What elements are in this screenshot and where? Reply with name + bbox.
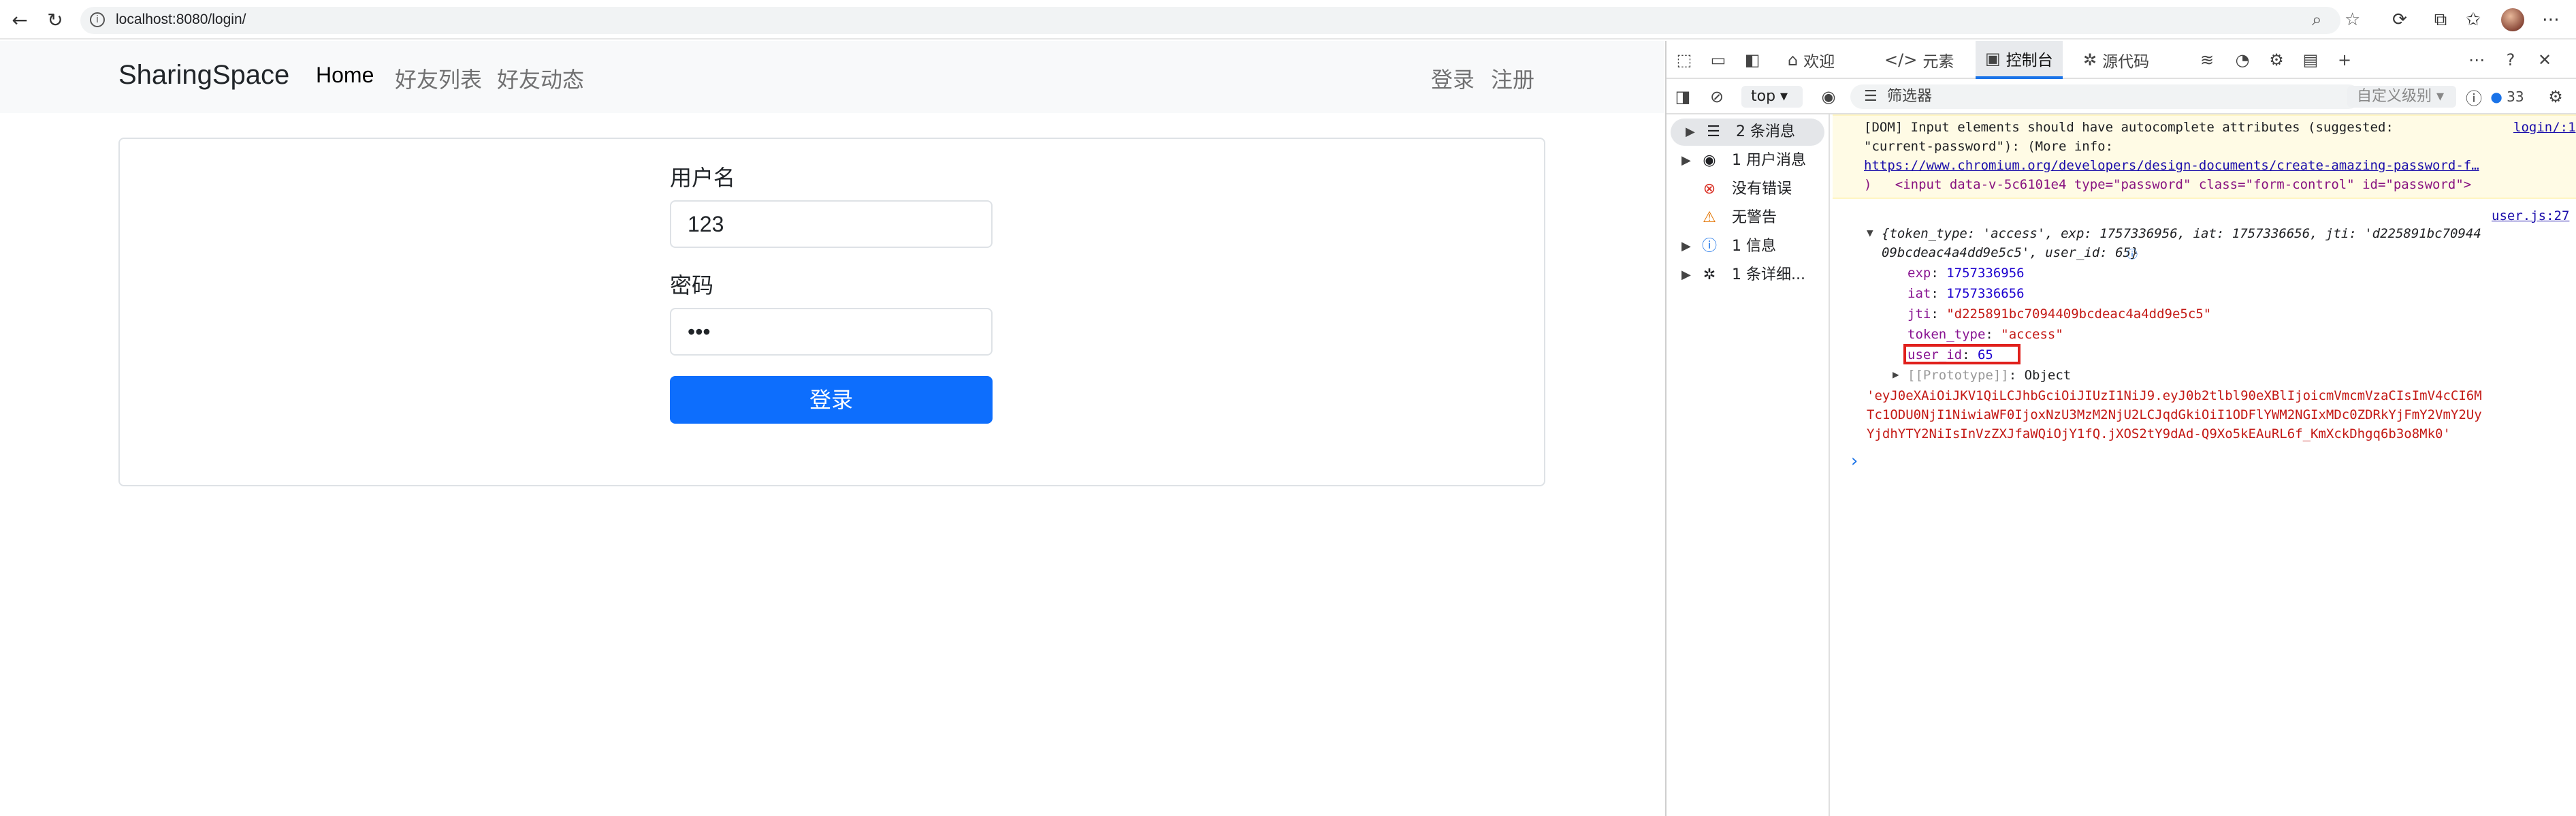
info-icon: ⓘ [1701, 238, 1717, 255]
code-icon: </> [1884, 50, 1918, 69]
field-jti[interactable]: jti: "d225891bc7094409bcdeac4a4dd9e5c5" [1907, 307, 2211, 321]
bug-icon: ✲ [2083, 50, 2097, 69]
warning-info-link[interactable]: https://www.chromium.org/developers/desi… [1864, 158, 2479, 173]
site-brand[interactable]: SharingSpace [118, 60, 289, 91]
issues-message-icon: ● [2490, 89, 2502, 105]
token-string-line3[interactable]: YjdhYTY2NiIsInVzZXJfaWQiOjY1fQ.jXOS2tY9d… [1867, 426, 2451, 441]
page-viewport: SharingSpace Home 好友列表 好友动态 登录 注册 用户名 12… [0, 41, 1664, 816]
devtools-panel: ⬚ ▭ ◧ ⌂ 欢迎 </> 元素 ▣ 控制台 ✲ 源代码 ≋ ◔ ⚙ ▤ + ⋯ ? … [1665, 41, 2576, 816]
sidebar-item-messages[interactable]: ▶ ☰ 2 条消息 [1671, 119, 1824, 146]
password-input[interactable]: ••• [670, 308, 993, 356]
inspect-icon[interactable]: ⬚ [1673, 49, 1695, 71]
user-icon: ◉ [1703, 152, 1716, 169]
profile-avatar[interactable] [2501, 8, 2524, 31]
more-tools-icon[interactable]: ⋯ [2466, 49, 2488, 71]
devtools-tabbar: ⬚ ▭ ◧ ⌂ 欢迎 </> 元素 ▣ 控制台 ✲ 源代码 ≋ ◔ ⚙ ▤ + ⋯ ? … [1667, 41, 2576, 79]
dom-warning-message: [DOM] Input elements should have autocom… [1833, 114, 2576, 199]
expand-arrow-icon: ▶ [1681, 268, 1691, 282]
tab-elements[interactable]: </> 元素 [1876, 41, 1962, 79]
info-circle-icon[interactable]: ⓘ [2463, 86, 2485, 108]
dock-icon[interactable]: ◧ [1741, 49, 1763, 71]
back-icon[interactable]: ← [8, 8, 31, 31]
user-id-highlight-box [1903, 344, 2020, 364]
filter-icon: ☰ [1864, 88, 1878, 105]
object-info-icon[interactable]: ⓘ [2127, 245, 2138, 262]
reload-icon[interactable]: ↻ [44, 8, 67, 31]
console-settings-icon[interactable]: ⚙ [2545, 86, 2566, 108]
address-bar[interactable]: i localhost:8080/login/ [80, 7, 2340, 34]
nav-register[interactable]: 注册 [1491, 63, 1534, 94]
expand-object-icon[interactable]: ▼ [1867, 226, 1873, 239]
help-icon[interactable]: ? [2500, 49, 2522, 71]
username-input[interactable]: 123 [670, 200, 993, 248]
tab-sources[interactable]: ✲ 源代码 [2075, 41, 2157, 79]
application-icon[interactable]: ▤ [2300, 49, 2321, 71]
expand-arrow-icon: ▶ [1681, 239, 1691, 253]
zoom-icon[interactable]: ⌕ [2312, 10, 2322, 30]
error-icon: ⊗ [1703, 181, 1716, 198]
issues-counter[interactable]: ● 33 [2483, 86, 2531, 108]
console-prompt-icon[interactable]: › [1849, 451, 1860, 471]
warning-element-line[interactable]: ) <input data-v-5c6101e4 type="password"… [1864, 177, 2471, 192]
tab-welcome[interactable]: ⌂ 欢迎 [1780, 41, 1843, 79]
sidebar-item-errors[interactable]: ⊗ 没有错误 [1667, 176, 1830, 203]
field-prototype[interactable]: [[Prototype]]: Object [1907, 368, 2071, 383]
site-navbar: SharingSpace Home 好友列表 好友动态 登录 注册 [0, 41, 1664, 113]
network-icon[interactable]: ≋ [2196, 49, 2218, 71]
site-info-icon[interactable]: i [90, 12, 105, 27]
browser-toolbar: ← ↻ i localhost:8080/login/ ⌕ ☆ ⟳ ⧉ ✩ ⋯ [0, 0, 2576, 40]
console-toolbar: ◨ ⊘ top ▾ ◉ ☰ 筛选器 自定义级别 ▾ ⓘ ● 33 ⚙ [1667, 79, 2576, 114]
list-icon: ☰ [1707, 123, 1720, 140]
live-expression-eye-icon[interactable]: ◉ [1818, 86, 1839, 108]
nav-friends-feed[interactable]: 好友动态 [497, 63, 584, 94]
console-sidebar: ▶ ☰ 2 条消息 ▶ ◉ 1 用户消息 ⊗ 没有错误 ⚠ 无警告 ▶ ⓘ 1 … [1667, 114, 1830, 816]
sidebar-item-user-messages[interactable]: ▶ ◉ 1 用户消息 [1667, 147, 1830, 174]
console-icon: ▣ [1985, 49, 2001, 68]
more-menu-icon[interactable]: ⋯ [2539, 8, 2562, 31]
nav-login[interactable]: 登录 [1431, 63, 1475, 94]
nav-friends-list[interactable]: 好友列表 [395, 63, 482, 94]
token-string-line1[interactable]: 'eyJ0eXAiOiJKV1QiLCJhbGciOiJIUzI1NiJ9.ey… [1867, 388, 2482, 403]
console-output: [DOM] Input elements should have autocom… [1833, 114, 2576, 816]
favorites-icon[interactable]: ✩ [2462, 8, 2485, 31]
home-icon: ⌂ [1788, 50, 1799, 69]
log-levels-select[interactable]: 自定义级别 ▾ [2347, 86, 2456, 108]
performance-icon[interactable]: ◔ [2232, 49, 2253, 71]
expand-arrow-icon: ▶ [1686, 125, 1695, 139]
split-screen-icon[interactable]: ⧉ [2429, 8, 2452, 31]
sidebar-item-info[interactable]: ▶ ⓘ 1 信息 [1667, 233, 1830, 260]
warning-icon: ⚠ [1703, 209, 1716, 226]
field-iat[interactable]: iat: 1757336656 [1907, 286, 2025, 301]
console-filter-input[interactable]: ☰ 筛选器 [1850, 84, 2361, 109]
extensions-icon[interactable]: ⟳ [2388, 8, 2411, 31]
field-token-type[interactable]: token_type: "access" [1907, 327, 2063, 342]
close-devtools-icon[interactable]: ✕ [2534, 49, 2556, 71]
context-select[interactable]: top ▾ [1741, 86, 1803, 108]
log-source-link[interactable]: user.js:27 [2492, 208, 2569, 223]
url-text: localhost:8080/login/ [116, 12, 246, 27]
warning-text-line1: [DOM] Input elements should have autocom… [1864, 120, 2394, 135]
login-submit-button[interactable]: 登录 [670, 376, 993, 424]
tab-console[interactable]: ▣ 控制台 [1976, 41, 2063, 79]
bug-icon: ✲ [1703, 266, 1716, 283]
object-summary-line2[interactable]: 09bcdeac4a4dd9e5c5', user_id: 65} [1882, 245, 2139, 260]
device-toggle-icon[interactable]: ▭ [1707, 49, 1729, 71]
sidebar-toggle-icon[interactable]: ◨ [1672, 86, 1694, 108]
token-string-line2[interactable]: Tc1ODU0NjI1NiwiaWF0IjoxNzU3MzM2NjU2LCJqd… [1867, 407, 2482, 422]
settings-gear-icon[interactable]: ⚙ [2266, 49, 2287, 71]
sidebar-item-warnings[interactable]: ⚠ 无警告 [1667, 204, 1830, 232]
nav-home[interactable]: Home [316, 63, 374, 88]
password-label: 密码 [670, 273, 714, 298]
prototype-expand-icon[interactable]: ▶ [1893, 368, 1899, 381]
add-tab-icon[interactable]: + [2334, 49, 2355, 71]
bookmark-star-icon[interactable]: ☆ [2345, 10, 2360, 30]
username-label: 用户名 [670, 166, 736, 190]
object-summary-line1[interactable]: {token_type: 'access', exp: 1757336956, … [1882, 226, 2481, 241]
field-exp[interactable]: exp: 1757336956 [1907, 266, 2025, 281]
warning-text-line2: "current-password"): (More info: [1864, 139, 2114, 154]
sidebar-item-verbose[interactable]: ▶ ✲ 1 条详细... [1667, 262, 1830, 289]
warning-source-link[interactable]: login/:1 [2513, 120, 2576, 135]
clear-console-icon[interactable]: ⊘ [1706, 86, 1728, 108]
expand-arrow-icon: ▶ [1681, 153, 1691, 168]
